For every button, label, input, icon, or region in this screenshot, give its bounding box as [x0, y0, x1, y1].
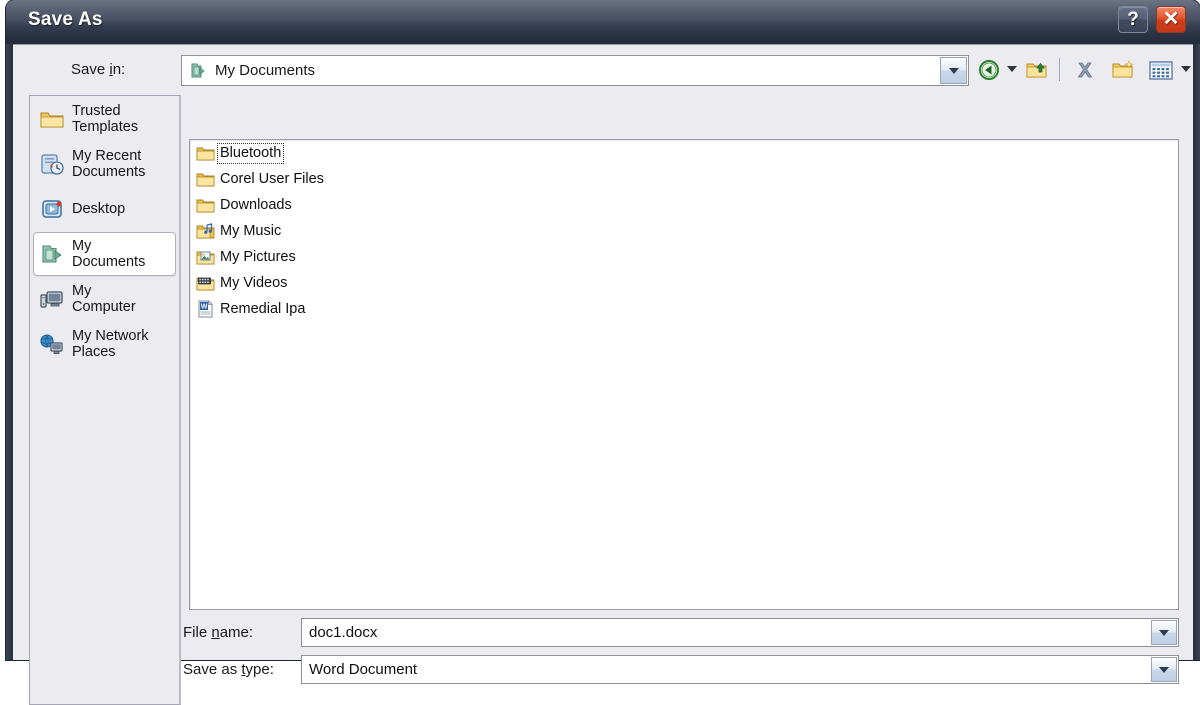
sidebar-item-my-network-places[interactable]: My Network Places	[33, 322, 176, 366]
back-arrow-icon	[979, 60, 999, 80]
up-folder-icon	[1026, 62, 1047, 78]
save-in-combobox[interactable]: My Documents	[181, 55, 969, 86]
navigation-toolbar	[975, 54, 1197, 87]
file-name-combobox[interactable]: doc1.docx	[301, 618, 1179, 647]
delete-button[interactable]	[1071, 56, 1099, 84]
views-dropdown-arrow[interactable]	[1181, 66, 1191, 72]
delete-x-icon	[1077, 62, 1093, 78]
sidebar-item-label: My Computer	[72, 283, 136, 315]
sidebar-item-desktop[interactable]: Desktop	[33, 187, 176, 231]
my-computer-icon	[38, 285, 66, 313]
question-mark-icon: ?	[1127, 9, 1139, 30]
close-button[interactable]: ✕	[1156, 6, 1186, 33]
sidebar-item-label: My Documents	[72, 238, 146, 270]
save-as-type-dropdown-button[interactable]	[1151, 657, 1177, 682]
title-bar: Save As ? ✕	[6, 0, 1200, 44]
views-button[interactable]	[1147, 56, 1175, 84]
word-document-icon: W	[195, 299, 215, 319]
close-icon: ✕	[1162, 8, 1180, 30]
list-item[interactable]: My Videos	[190, 270, 1178, 296]
list-item[interactable]: Downloads	[190, 192, 1178, 218]
list-item[interactable]: W Remedial Ipa	[190, 296, 1178, 322]
back-dropdown-arrow[interactable]	[1007, 66, 1017, 72]
save-in-dropdown-button[interactable]	[940, 57, 967, 84]
chevron-down-icon	[1159, 629, 1169, 636]
save-as-type-label: Save as type:	[183, 661, 274, 678]
file-name-dropdown-button[interactable]	[1151, 620, 1177, 645]
videos-folder-icon	[195, 273, 215, 293]
sidebar-item-my-documents[interactable]: My Documents	[33, 232, 176, 276]
folder-icon	[195, 143, 215, 163]
chevron-down-icon	[1159, 666, 1169, 673]
recent-documents-icon	[38, 150, 66, 178]
sidebar-item-label: My Recent Documents	[72, 148, 146, 180]
music-folder-icon	[195, 221, 215, 241]
back-button[interactable]	[975, 56, 1003, 84]
pictures-folder-icon	[195, 247, 215, 267]
save-as-type-combobox[interactable]: Word Document	[301, 655, 1179, 684]
list-item[interactable]: Corel User Files	[190, 166, 1178, 192]
sidebar-item-label: Trusted Templates	[72, 103, 139, 135]
desktop-icon	[38, 195, 66, 223]
list-item-label: My Music	[220, 222, 282, 239]
places-bar: Trusted Templates My Recent Documents De…	[29, 95, 181, 705]
file-name-label: File name:	[183, 624, 254, 641]
save-as-dialog: Save As ? ✕ Save in: My Documents Truste…	[6, 0, 1200, 705]
list-item-label: Bluetooth	[216, 142, 285, 164]
list-item[interactable]: Bluetooth	[190, 140, 1178, 166]
sidebar-item-label: Desktop	[72, 201, 126, 217]
save-as-type-value: Word Document	[309, 661, 418, 678]
file-list[interactable]: Bluetooth Corel User Files Downloads My …	[189, 139, 1179, 610]
help-button[interactable]: ?	[1118, 6, 1148, 33]
my-documents-icon	[38, 240, 66, 268]
save-in-value: My Documents	[215, 62, 316, 79]
list-item-label: My Pictures	[220, 248, 296, 265]
list-item-label: Remedial Ipa	[220, 300, 306, 317]
new-folder-icon	[1112, 60, 1134, 78]
list-item-label: Downloads	[220, 196, 292, 213]
sidebar-item-my-recent-documents[interactable]: My Recent Documents	[33, 142, 176, 186]
new-folder-button[interactable]	[1109, 56, 1137, 84]
folder-icon	[195, 195, 215, 215]
window-title: Save As	[28, 9, 103, 30]
my-documents-icon	[188, 61, 208, 81]
sidebar-item-label: My Network Places	[72, 328, 149, 360]
views-grid-icon	[1149, 60, 1173, 80]
up-one-level-button[interactable]	[1023, 56, 1051, 84]
folder-icon	[195, 169, 215, 189]
folder-icon	[38, 105, 66, 133]
list-item-label: Corel User Files	[220, 170, 324, 187]
svg-text:W: W	[200, 304, 207, 311]
sidebar-item-my-computer[interactable]: My Computer	[33, 277, 176, 321]
dialog-body: Save in: My Documents Trusted Templates …	[13, 44, 1193, 705]
network-places-icon	[38, 330, 66, 358]
list-item-label: My Videos	[220, 274, 288, 291]
list-item[interactable]: My Pictures	[190, 244, 1178, 270]
file-name-input[interactable]: doc1.docx	[309, 623, 377, 643]
chevron-down-icon	[948, 67, 959, 74]
list-item[interactable]: My Music	[190, 218, 1178, 244]
sidebar-item-trusted-templates[interactable]: Trusted Templates	[33, 97, 176, 141]
toolbar-separator	[1059, 58, 1061, 81]
save-in-label: Save in:	[71, 61, 126, 78]
